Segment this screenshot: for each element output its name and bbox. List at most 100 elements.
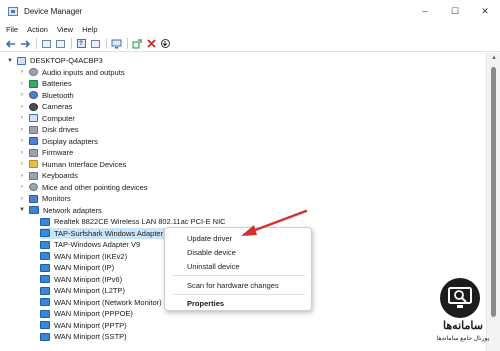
update-driver-icon[interactable]: [131, 38, 143, 50]
toolbar-divider: [127, 38, 128, 49]
menu-help[interactable]: Help: [82, 25, 97, 34]
category-label: Mice and other pointing devices: [42, 182, 148, 192]
disable-device-menu-item[interactable]: Disable device: [187, 248, 236, 257]
tree-category[interactable]: › Mice and other pointing devices: [18, 182, 147, 193]
back-arrow-icon[interactable]: [5, 38, 17, 50]
network-adapter-item[interactable]: WAN Miniport (IPv6): [40, 274, 122, 285]
computer-icon: [29, 114, 38, 122]
chevron-right-icon[interactable]: ›: [18, 138, 26, 144]
network-adapter-item[interactable]: WAN Miniport (IP): [40, 262, 114, 273]
adapter-label: WAN Miniport (Network Monitor): [54, 297, 162, 307]
category-label: Monitors: [42, 194, 71, 203]
chevron-right-icon[interactable]: ›: [18, 92, 26, 98]
tree-category[interactable]: › Bluetooth: [18, 90, 74, 101]
tree-category[interactable]: › Human Interface Devices: [18, 159, 126, 170]
firmware-icon: [29, 148, 38, 157]
help-icon[interactable]: ?: [75, 38, 87, 50]
uninstall-icon[interactable]: [145, 38, 157, 50]
network-adapter-icon: [40, 263, 50, 272]
network-adapter-item[interactable]: WAN Miniport (IKEv2): [40, 251, 127, 262]
chevron-right-icon[interactable]: ›: [18, 69, 26, 75]
display-adapter-icon: [29, 137, 38, 145]
hid-icon: [29, 160, 38, 168]
monitor-search-icon: [440, 278, 480, 318]
properties-icon[interactable]: [40, 38, 52, 50]
view-resources-icon[interactable]: [89, 38, 101, 50]
tree-category[interactable]: › Disk drives: [18, 124, 79, 135]
scroll-up-icon[interactable]: ▲: [487, 55, 500, 61]
adapter-label: TAP-Windows Adapter V9: [54, 240, 141, 249]
tree-category[interactable]: › Cameras: [18, 101, 72, 112]
tree-category[interactable]: ▼ Network adapters: [18, 205, 102, 216]
menu-bar: File Action View Help: [0, 22, 500, 36]
tree-category[interactable]: › Monitors: [18, 193, 71, 204]
watermark-title: سامانه‌ها: [443, 320, 483, 332]
monitor-icon: [29, 194, 38, 203]
menu-action[interactable]: Action: [27, 25, 48, 34]
watermark-subtitle: پورتال جامع سامانه‌ها: [436, 336, 490, 342]
chevron-down-icon[interactable]: ▼: [18, 207, 26, 213]
monitor-icon[interactable]: [110, 38, 122, 50]
tree-category[interactable]: › Computer: [18, 113, 75, 124]
chevron-right-icon[interactable]: ›: [18, 127, 26, 133]
update-driver-menu-item[interactable]: Update driver: [187, 234, 232, 243]
chevron-right-icon[interactable]: ›: [18, 184, 26, 190]
scan-icon[interactable]: [159, 38, 171, 50]
adapter-label: Realtek 8822CE Wireless LAN 802.11ac PCI…: [54, 217, 226, 226]
chevron-right-icon[interactable]: ›: [18, 81, 26, 87]
title-bar: Device Manager – ☐ ✕: [0, 0, 500, 22]
menu-file[interactable]: File: [6, 25, 18, 34]
forward-arrow-icon[interactable]: [19, 38, 31, 50]
network-adapter-item[interactable]: WAN Miniport (SSTP): [40, 331, 127, 342]
chevron-right-icon[interactable]: ›: [18, 104, 26, 110]
maximize-button[interactable]: ☐: [440, 0, 470, 22]
speaker-icon: [29, 68, 38, 76]
chevron-right-icon[interactable]: ›: [18, 115, 26, 121]
network-adapter-item[interactable]: WAN Miniport (PPPOE): [40, 308, 133, 319]
keyboard-icon: [29, 171, 38, 180]
chevron-right-icon[interactable]: ›: [18, 150, 26, 156]
close-button[interactable]: ✕: [470, 0, 500, 22]
adapter-label: WAN Miniport (IP): [54, 263, 115, 272]
network-adapter-icon: [40, 240, 50, 249]
mouse-icon: [29, 183, 38, 191]
category-label: Human Interface Devices: [42, 159, 127, 169]
tree-category[interactable]: › Firmware: [18, 147, 73, 158]
network-adapter-item[interactable]: WAN Miniport (PPTP): [40, 320, 127, 331]
network-adapter-item[interactable]: Realtek 8822CE Wireless LAN 802.11ac PCI…: [40, 216, 226, 227]
network-adapter-item[interactable]: TAP-Windows Adapter V9: [40, 239, 140, 250]
battery-icon: [29, 79, 38, 88]
uninstall-device-menu-item[interactable]: Uninstall device: [187, 262, 240, 271]
tree-root[interactable]: ▼ DESKTOP-Q4ACBP3: [6, 55, 103, 66]
tree-category[interactable]: › Batteries: [18, 78, 72, 89]
chevron-right-icon[interactable]: ›: [18, 196, 26, 202]
network-adapter-item[interactable]: WAN Miniport (Network Monitor): [40, 297, 162, 308]
scan-hardware-menu-item[interactable]: Scan for hardware changes: [187, 281, 279, 290]
category-label: Audio inputs and outputs: [42, 67, 125, 77]
toolbar-divider: [106, 38, 107, 49]
category-label: Display adapters: [42, 136, 98, 146]
network-adapter-item-selected[interactable]: TAP-Surfshark Windows Adapter V9: [40, 227, 178, 239]
context-menu: Update driver Disable device Uninstall d…: [164, 227, 312, 311]
properties-menu-item[interactable]: Properties: [187, 299, 224, 308]
adapter-label: WAN Miniport (SSTP): [54, 332, 127, 341]
tree-category[interactable]: › Keyboards: [18, 170, 78, 181]
network-adapter-icon: [40, 252, 50, 260]
network-adapter-icon: [40, 309, 50, 318]
network-adapter-icon: [40, 275, 50, 283]
chevron-right-icon[interactable]: ›: [18, 161, 26, 167]
minimize-button[interactable]: –: [410, 0, 440, 22]
tree-category[interactable]: › Audio inputs and outputs: [18, 67, 125, 78]
device-manager-window: Device Manager – ☐ ✕ File Action View He…: [0, 0, 500, 351]
tree-category[interactable]: › Display adapters: [18, 136, 98, 147]
chevron-right-icon[interactable]: ›: [18, 173, 26, 179]
menu-divider: [173, 294, 305, 295]
chevron-down-icon[interactable]: ▼: [6, 58, 14, 64]
show-hidden-icon[interactable]: [54, 38, 66, 50]
computer-icon: [17, 56, 26, 65]
network-adapter-icon: [40, 286, 50, 295]
adapter-label: WAN Miniport (IKEv2): [54, 251, 128, 261]
network-adapter-item[interactable]: WAN Miniport (L2TP): [40, 285, 125, 296]
menu-view[interactable]: View: [57, 25, 73, 34]
adapter-label: WAN Miniport (PPPOE): [54, 309, 133, 318]
